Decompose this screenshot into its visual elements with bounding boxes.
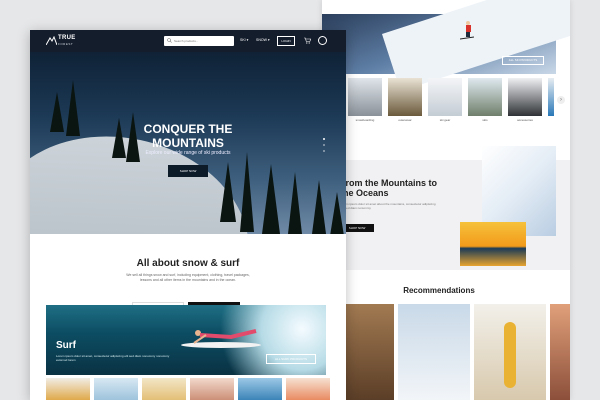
category-thumb[interactable]: skis (468, 78, 502, 122)
hero-banner: CONQUER THE MOUNTAINS Explore our wide r… (30, 52, 346, 234)
thumb-caption: outerwear (398, 118, 412, 122)
product-thumb[interactable] (238, 378, 282, 400)
about-text: We sell all things snow and surf, includ… (126, 273, 250, 282)
search-icon (167, 38, 172, 43)
nav-link-ski[interactable]: SKI ▾ (240, 38, 248, 42)
cart-icon[interactable] (304, 37, 311, 44)
carousel-dot[interactable] (323, 150, 325, 152)
product-thumb[interactable] (94, 378, 138, 400)
tree-shape (220, 162, 236, 222)
product-thumb[interactable] (142, 378, 186, 400)
thumb-caption: snowboarding (355, 118, 375, 122)
hero-shop-button[interactable]: SHOP NOW (168, 165, 208, 177)
logo-subtext: FOREST (58, 42, 74, 46)
mountains-text: Lorem ipsum dolor sit amet about the mou… (340, 202, 436, 210)
carousel-dot[interactable] (323, 144, 325, 146)
hero-title: CONQUER THE MOUNTAINS (143, 122, 233, 150)
category-thumb[interactable]: snowboarding (348, 78, 382, 122)
recommendation-card[interactable] (474, 304, 546, 400)
recommendation-card[interactable] (550, 304, 570, 400)
surf-text: Lorem ipsum dolor sit amet, consectetur … (56, 354, 170, 362)
category-thumb[interactable]: outerwear (388, 78, 422, 122)
about-title: All about snow & surf (136, 258, 240, 269)
carousel-dot[interactable] (323, 138, 325, 140)
tree-shape (262, 164, 280, 234)
category-thumb[interactable]: accessories (508, 78, 542, 122)
thumb-caption: ski gear (439, 118, 451, 122)
logo-text: TRUE (58, 35, 76, 41)
mountains-title: From the Mountains to the Oceans (340, 178, 437, 198)
surfer-image (181, 329, 261, 348)
tree-shape (288, 172, 302, 234)
search-box[interactable] (164, 36, 234, 46)
mountain-logo-icon (46, 36, 57, 45)
user-icon[interactable] (318, 36, 327, 45)
login-button[interactable]: LOGIN (277, 36, 295, 46)
top-nav: TRUE FOREST SKI ▾ SNOW ▾ LOGIN (30, 30, 346, 52)
surf-banner: Surf Lorem ipsum dolor sit amet, consect… (46, 305, 326, 375)
logo[interactable]: TRUE FOREST (46, 34, 86, 48)
tree-shape (330, 192, 344, 234)
all-ski-products-button[interactable]: ALL SKI PRODUCTS (502, 56, 544, 65)
sunset-surf-image (460, 222, 526, 266)
category-thumb[interactable] (548, 78, 554, 116)
all-surf-products-button[interactable]: ALL SURF PRODUCTS (266, 354, 316, 364)
surf-title: Surf (56, 340, 76, 351)
recommendations-title: Recommendations (403, 286, 475, 295)
product-thumb[interactable] (286, 378, 330, 400)
product-thumb[interactable] (46, 378, 90, 400)
chevron-right-icon[interactable]: › (557, 96, 565, 104)
thumb-caption: accessories (517, 118, 533, 122)
hero-subtitle: Explore our wide range of ski products (145, 150, 231, 156)
nav-link-snow[interactable]: SNOW ▾ (256, 38, 270, 42)
tree-shape (312, 180, 326, 234)
back-page: ALL SKI PRODUCTS snowboarding outerwear … (322, 0, 570, 400)
product-thumb[interactable] (190, 378, 234, 400)
thumb-caption: skis (482, 118, 488, 122)
front-page: TRUE FOREST SKI ▾ SNOW ▾ LOGIN CONQUER T… (30, 30, 346, 400)
category-thumb[interactable]: ski gear (428, 78, 462, 122)
tree-shape (240, 152, 254, 232)
search-input[interactable] (174, 37, 230, 45)
category-thumbnails: snowboarding outerwear ski gear skis acc… (348, 78, 554, 122)
recommendation-card[interactable] (398, 304, 470, 400)
back-hero-banner: ALL SKI PRODUCTS (322, 0, 570, 92)
skier-image (460, 21, 474, 40)
